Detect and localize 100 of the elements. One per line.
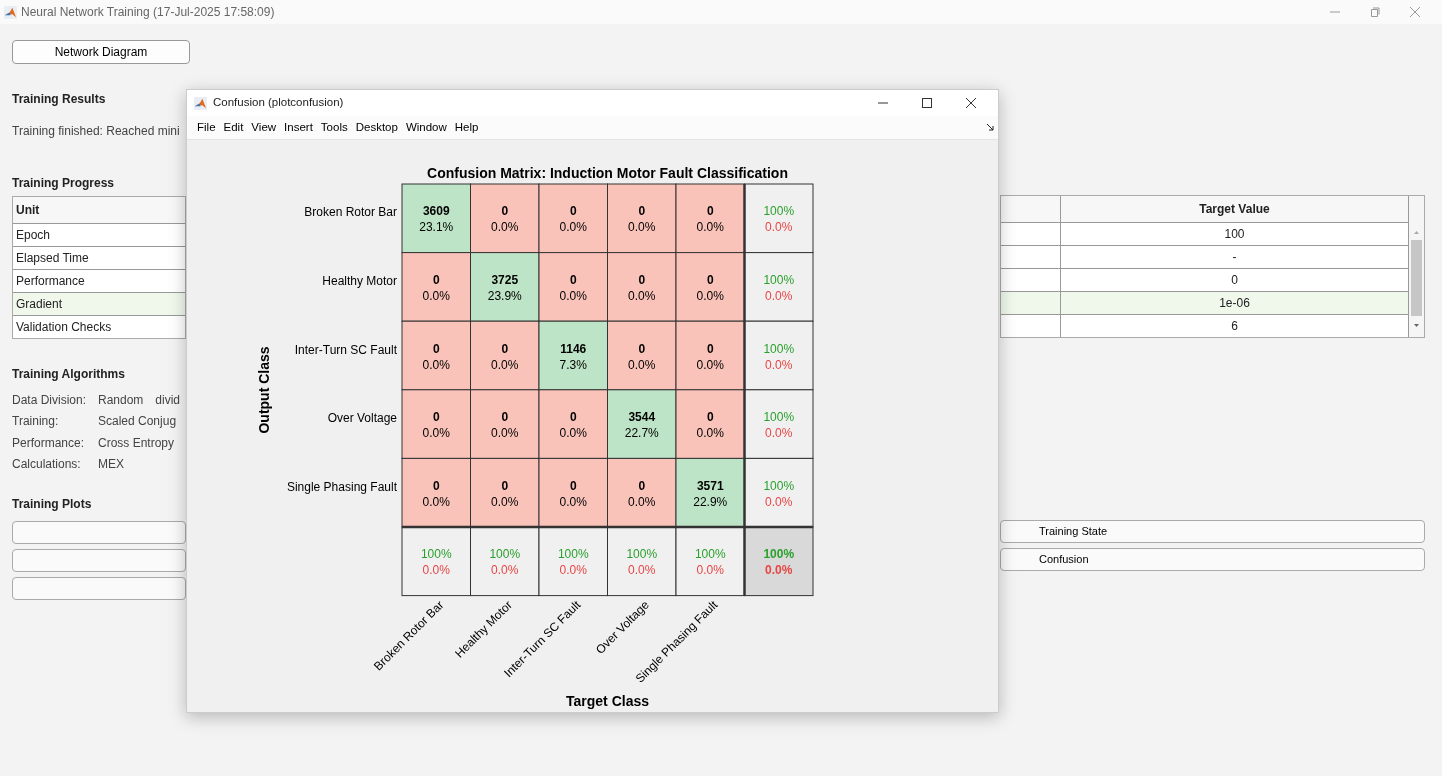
cell-value: 0	[432, 410, 440, 425]
menu-item[interactable]: Window	[401, 118, 451, 137]
cell-value: 23.1%	[419, 220, 454, 235]
cell-value: 7.3%	[559, 357, 587, 372]
cell-value: 0.0%	[628, 357, 656, 372]
cell-value: 0	[432, 272, 440, 287]
app-icon	[194, 96, 207, 110]
cell-value: 0.0%	[559, 563, 587, 578]
field-label: Calculations:	[12, 456, 82, 474]
cell-value: 0	[706, 272, 714, 287]
plot-button[interactable]	[12, 521, 186, 544]
menu-item[interactable]: Help	[450, 118, 483, 137]
cell-value: 100%	[763, 272, 795, 287]
cell-value: 0	[432, 341, 440, 356]
cell-value: 0	[706, 410, 714, 425]
scrollbar-thumb[interactable]	[1411, 240, 1422, 316]
cell-value: 0.0%	[696, 426, 724, 441]
field-value: Cross Entropy	[98, 434, 175, 452]
matrix-cell	[675, 457, 745, 528]
table-cell-text: Validation Checks	[15, 319, 112, 336]
window-title: Confusion (plotconfusion)	[213, 95, 344, 111]
chart-title: Confusion Matrix: Induction Motor Fault Classification	[427, 165, 788, 181]
cell-value: 0.0%	[696, 357, 724, 372]
menu-item[interactable]: Edit	[219, 118, 248, 137]
cell-value: 100%	[763, 478, 795, 493]
plot-button[interactable]: Training State	[1000, 520, 1425, 543]
matrix-cell	[401, 389, 471, 459]
maximize-icon[interactable]	[922, 98, 932, 108]
field-value: divid	[155, 391, 181, 409]
cell-value: 0.0%	[696, 220, 724, 235]
dock-icon[interactable]	[987, 124, 994, 131]
cell-value: 0	[569, 204, 577, 219]
matrix-cell	[675, 320, 745, 391]
matrix-cell	[538, 320, 608, 391]
cell-value: 0.0%	[422, 494, 450, 509]
cell-value: 0.0%	[628, 494, 656, 509]
field-label: Data Division:	[12, 391, 88, 409]
cell-value: 0.0%	[765, 563, 793, 578]
column-header: Target Value	[1199, 201, 1270, 218]
cell-value: 100%	[694, 547, 726, 562]
menu-item[interactable]: File	[193, 118, 220, 137]
matrix-cell	[538, 252, 608, 322]
cell-value: 3571	[696, 478, 724, 493]
row-label: Inter-Turn SC Fault	[294, 342, 397, 357]
cell-value: 3609	[422, 204, 450, 219]
cell-value: 3544	[628, 410, 656, 425]
matrix-cell	[470, 457, 540, 528]
cell-value: 0.0%	[491, 357, 519, 372]
status-message: Training finished: Reached mini	[12, 123, 181, 140]
cell-value: 3725	[491, 272, 519, 287]
menu-item[interactable]: Insert	[280, 118, 317, 137]
cell-value: 0	[638, 272, 646, 287]
plot-button[interactable]	[12, 577, 186, 600]
matrix-cell	[675, 389, 745, 459]
menu-item[interactable]: View	[247, 118, 281, 137]
cell-value: 0	[501, 478, 509, 493]
cell-value: 0.0%	[628, 220, 656, 235]
cell-value: 100%	[763, 341, 795, 356]
section-heading: Training Results	[12, 91, 107, 108]
table-cell-text: Epoch	[15, 227, 51, 244]
network-diagram-button[interactable]: Network Diagram	[12, 40, 190, 64]
matrix-cell	[607, 457, 677, 528]
cell-value: 100%	[763, 547, 795, 562]
menu-item[interactable]: Tools	[316, 118, 352, 137]
cell-value: 0.0%	[491, 220, 519, 235]
cell-value: 0	[501, 341, 509, 356]
cell-value: 100%	[420, 547, 452, 562]
cell-value: 100%	[557, 547, 589, 562]
table-cell-text: Performance	[15, 273, 85, 290]
cell-value: 0.0%	[765, 494, 793, 509]
restore-icon[interactable]	[1370, 7, 1380, 17]
row-label: Single Phasing Fault	[286, 479, 397, 494]
cell-value: 0	[638, 478, 646, 493]
close-icon[interactable]	[966, 98, 976, 108]
cell-value: 0.0%	[559, 426, 587, 441]
cell-value: 0	[638, 204, 646, 219]
menu-item[interactable]: Desktop	[351, 118, 402, 137]
axis-label: Target Class	[566, 693, 649, 709]
cell-value: 0	[501, 204, 509, 219]
matrix-cell	[538, 457, 608, 528]
matrix-cell	[607, 389, 677, 459]
matrix-cell	[675, 252, 745, 322]
section-heading: Training Plots	[12, 496, 93, 513]
table-cell-text: Gradient	[15, 296, 63, 313]
cell-value: 0	[569, 410, 577, 425]
cell-value: 0.0%	[559, 288, 587, 303]
table-cell-text: -	[1232, 249, 1237, 266]
cell-value: 0.0%	[422, 426, 450, 441]
matrix-cell	[401, 183, 471, 254]
field-label: Training:	[12, 413, 60, 431]
axis-label: Output Class	[256, 346, 272, 434]
section-heading: Training Progress	[12, 175, 116, 192]
field-label: Performance:	[12, 434, 86, 452]
table-cell-text: Elapsed Time	[15, 250, 89, 267]
cell-value: 0	[706, 341, 714, 356]
cell-value: 0.0%	[765, 288, 793, 303]
cell-value: 0	[569, 478, 577, 493]
plot-button[interactable]	[12, 549, 186, 572]
cell-value: 0.0%	[696, 563, 724, 578]
plot-button[interactable]: Confusion	[1000, 548, 1425, 571]
